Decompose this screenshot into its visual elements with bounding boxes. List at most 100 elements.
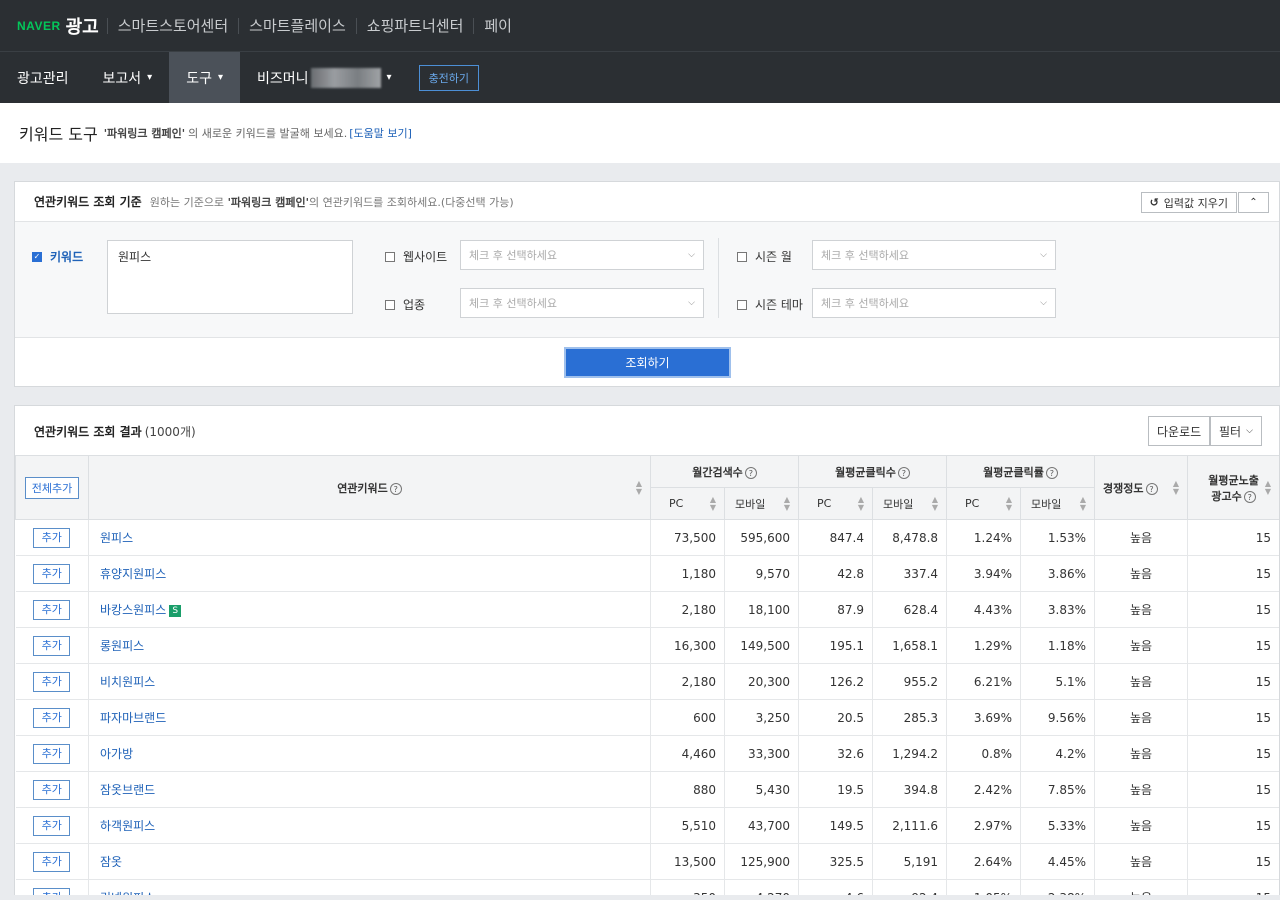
pc-ctr-header[interactable]: PC ▲ ▼: [946, 487, 1022, 520]
keyword-link[interactable]: 파자마브랜드: [100, 711, 166, 725]
keyword-link[interactable]: 원피스: [100, 531, 133, 545]
keyword-cell[interactable]: 원피스: [88, 519, 651, 556]
keyword-cell[interactable]: 롱원피스: [88, 627, 651, 664]
pc-search-header[interactable]: PC ▲ ▼: [650, 487, 725, 520]
results-title: 연관키워드 조회 결과: [34, 424, 142, 439]
keyword-link[interactable]: 잠옷브랜드: [100, 783, 155, 797]
add-button[interactable]: 추가: [33, 743, 71, 764]
mobile-clicks-header[interactable]: 모바일 ▲ ▼: [872, 487, 948, 520]
toplink-smartstore[interactable]: 스마트스토어센터: [106, 17, 238, 34]
pc-clicks-header[interactable]: PC ▲ ▼: [798, 487, 874, 520]
sort-icon[interactable]: ▲ ▼: [932, 495, 938, 512]
table-row: 추가 비치원피스 2,180 20,300 126.2 955.2 6.21% 5.1% 높음 1…: [15, 663, 1279, 700]
toplink-pay[interactable]: 페이: [473, 17, 522, 34]
keyword-cell[interactable]: 아가방: [88, 735, 651, 772]
help-icon[interactable]: ?: [1045, 466, 1058, 479]
toplink-smartplace[interactable]: 스마트플레이스: [238, 17, 356, 34]
toplink-shopping-partner[interactable]: 쇼핑파트너센터: [355, 17, 474, 34]
help-icon[interactable]: ?: [744, 466, 757, 479]
competition-header[interactable]: 경쟁정도? ▲ ▼: [1094, 455, 1189, 520]
nav-ad-management[interactable]: 광고관리: [0, 52, 86, 103]
keyword-cell[interactable]: 잠옷: [88, 843, 651, 880]
keyword-cell[interactable]: 하객원피스: [88, 807, 651, 844]
search-button[interactable]: 조회하기: [564, 347, 731, 378]
sort-icon[interactable]: ▲ ▼: [1173, 479, 1179, 496]
keyword-cell[interactable]: 휴양지원피스: [88, 555, 651, 592]
sort-icon[interactable]: ▲ ▼: [1006, 495, 1012, 512]
naver-logo[interactable]: NAVER: [17, 19, 61, 33]
keyword-link[interactable]: 하객원피스: [100, 819, 155, 833]
pc-clicks-cell: 42.8: [798, 555, 874, 592]
season-theme-checkbox[interactable]: 시즌 테마: [737, 296, 803, 313]
keyword-link[interactable]: 비치원피스: [100, 675, 155, 689]
all-add-header: 전체추가: [15, 455, 89, 520]
chevron-down-icon: ▾: [386, 72, 392, 83]
pc-search-cell: 5,510: [650, 807, 725, 844]
add-button[interactable]: 추가: [33, 779, 71, 800]
filter-label: 필터: [1219, 424, 1242, 439]
sort-icon[interactable]: ▲ ▼: [784, 495, 790, 512]
pc-ctr-cell: 4.43%: [946, 591, 1022, 628]
keyword-link[interactable]: 아가방: [100, 747, 133, 761]
pc-clicks-cell: 325.5: [798, 843, 874, 880]
season-month-checkbox[interactable]: 시즌 월: [737, 248, 792, 265]
help-icon[interactable]: ?: [389, 482, 402, 495]
download-button[interactable]: 다운로드: [1148, 416, 1211, 446]
clear-inputs-button[interactable]: ↺ 입력값 지우기: [1140, 192, 1237, 213]
add-button[interactable]: 추가: [33, 527, 71, 548]
add-cell: 추가: [15, 843, 89, 880]
keyword-input[interactable]: 원피스: [107, 240, 353, 314]
sort-icon[interactable]: ▲ ▼: [858, 495, 864, 512]
add-all-button[interactable]: 전체추가: [24, 476, 80, 499]
collapse-button[interactable]: ⌃: [1238, 192, 1269, 213]
help-link[interactable]: [도움말 보기]: [349, 125, 412, 141]
keyword-checkbox[interactable]: ✓ 키워드: [32, 248, 83, 265]
ad-brand-title[interactable]: 광고: [66, 13, 99, 39]
table-row: 추가 파자마브랜드 600 3,250 20.5 285.3 3.69% 9.56% 높음 15: [15, 699, 1279, 736]
sort-icon[interactable]: ▲ ▼: [636, 479, 642, 496]
add-button[interactable]: 추가: [33, 635, 71, 656]
filter-button[interactable]: 필터 ⌵: [1210, 416, 1262, 446]
select-placeholder: 체크 후 선택하세요: [469, 297, 557, 310]
pc-clicks-cell: 126.2: [798, 663, 874, 700]
keyword-header[interactable]: 연관키워드? ▲ ▼: [88, 455, 651, 520]
industry-select[interactable]: 체크 후 선택하세요 ⌵: [460, 288, 704, 318]
add-cell: 추가: [15, 519, 89, 556]
desc-text: 의 연관키워드를 조회하세요.(다중선택 가능): [308, 195, 514, 209]
keyword-cell[interactable]: 바캉스원피스 S: [88, 591, 651, 628]
add-button[interactable]: 추가: [33, 563, 71, 584]
keyword-link[interactable]: 바캉스원피스: [100, 603, 166, 617]
website-select[interactable]: 체크 후 선택하세요 ⌵: [460, 240, 704, 270]
mobile-ctr-header[interactable]: 모바일 ▲ ▼: [1020, 487, 1096, 520]
add-button[interactable]: 추가: [33, 815, 71, 836]
pc-ctr-cell: 3.94%: [946, 555, 1022, 592]
industry-checkbox[interactable]: 업종: [385, 296, 425, 313]
nav-reports[interactable]: 보고서 ▾: [86, 52, 170, 103]
help-icon[interactable]: ?: [1243, 490, 1256, 503]
mobile-clicks-cell: 8,478.8: [872, 519, 948, 556]
header-label: 연관키워드: [337, 481, 388, 495]
sort-icon[interactable]: ▲ ▼: [1265, 479, 1271, 496]
help-icon[interactable]: ?: [897, 466, 910, 479]
help-icon[interactable]: ?: [1145, 482, 1158, 495]
nav-tools[interactable]: 도구 ▾: [169, 52, 240, 103]
add-button[interactable]: 추가: [33, 671, 71, 692]
add-button[interactable]: 추가: [33, 599, 71, 620]
keyword-cell[interactable]: 잠옷브랜드: [88, 771, 651, 808]
keyword-link[interactable]: 롱원피스: [100, 639, 144, 653]
mobile-search-header[interactable]: 모바일 ▲ ▼: [723, 487, 800, 520]
keyword-link[interactable]: 잠옷: [100, 855, 122, 869]
website-checkbox[interactable]: 웹사이트: [385, 248, 447, 265]
charge-button[interactable]: 충전하기: [418, 64, 480, 91]
season-theme-select[interactable]: 체크 후 선택하세요 ⌵: [812, 288, 1056, 318]
season-month-select[interactable]: 체크 후 선택하세요 ⌵: [812, 240, 1056, 270]
keyword-cell[interactable]: 비치원피스: [88, 663, 651, 700]
sort-icon[interactable]: ▲ ▼: [1080, 495, 1086, 512]
add-button[interactable]: 추가: [33, 707, 71, 728]
ad-count-header[interactable]: 월평균노출 광고수? ▲ ▼: [1187, 455, 1279, 520]
keyword-link[interactable]: 휴양지원피스: [100, 567, 166, 581]
sort-icon[interactable]: ▲ ▼: [710, 495, 716, 512]
add-button[interactable]: 추가: [33, 851, 71, 872]
keyword-cell[interactable]: 파자마브랜드: [88, 699, 651, 736]
nav-bizmoney[interactable]: 비즈머니 ▾: [240, 52, 409, 103]
